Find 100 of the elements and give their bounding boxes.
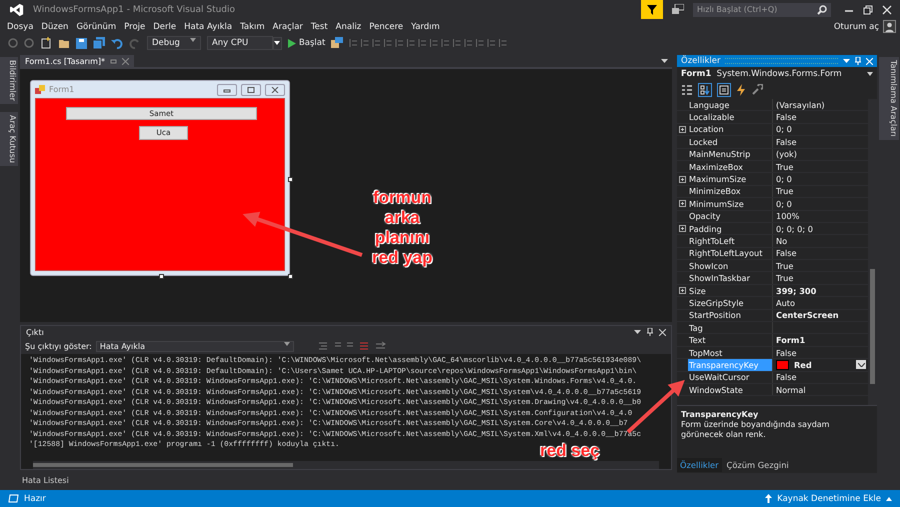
property-name[interactable]: ShowInTaskbar [688,272,773,284]
property-value[interactable]: 0; 0 [776,198,792,209]
menu-item[interactable]: Araçlar [272,22,310,32]
menu-item[interactable]: Takım [239,22,272,32]
maximize-button[interactable] [241,84,261,96]
undo-icon[interactable] [111,37,123,49]
property-name[interactable]: UseWaitCursor [688,372,773,383]
sign-in-link[interactable]: Oturum aç [834,22,879,32]
side-tab[interactable]: Bildirimler [0,57,18,104]
property-value[interactable]: (Varsayılan) [776,100,825,110]
property-name[interactable]: MaximumSize [688,173,773,185]
property-value[interactable]: CenterScreen [776,310,839,320]
expand-icon[interactable] [679,287,686,294]
pin-icon[interactable] [647,328,653,336]
vertical-scrollbar[interactable] [868,99,877,405]
property-name[interactable]: ShowIcon [688,260,773,272]
property-value[interactable]: (yok) [776,149,797,160]
categorized-icon[interactable] [681,84,693,96]
output-source-dropdown[interactable]: Hata Ayıkla [96,340,294,352]
forward-icon[interactable] [24,38,34,48]
dropdown-icon[interactable] [661,59,668,63]
property-value[interactable]: 399; 300 [776,286,816,296]
back-icon[interactable] [8,38,18,48]
property-value[interactable]: 0; 0 [776,124,792,134]
expand-icon[interactable] [679,200,686,208]
side-tab[interactable]: Araç Kutusu [0,112,18,166]
property-value[interactable]: Red [794,360,812,370]
menu-item[interactable]: Yardım [410,22,447,32]
user-icon[interactable] [883,20,896,33]
find-icon[interactable] [331,37,344,49]
property-name[interactable]: RightToLeftLayout [688,248,773,260]
menu-item[interactable]: Düzen [40,22,76,32]
alphabetical-button[interactable] [698,83,712,97]
property-name[interactable]: SizeGripStyle [688,297,773,309]
property-name[interactable]: Localizable [688,111,773,123]
property-name[interactable]: StartPosition [688,310,773,322]
resize-handle[interactable] [159,274,164,279]
property-name[interactable]: Location [688,124,773,136]
property-value[interactable]: False [776,348,797,358]
property-name[interactable]: MinimumSize [688,198,773,210]
dropdown-icon[interactable] [843,59,850,63]
property-name[interactable]: MainMenuStrip [688,148,773,160]
menu-item[interactable]: Analiz [334,22,368,32]
property-value[interactable]: Form1 [776,335,806,346]
expand-icon[interactable] [679,126,686,133]
restore-icon[interactable] [863,4,873,14]
close-icon[interactable] [659,328,666,336]
source-control-button[interactable]: Kaynak Denetimine Ekle [777,494,881,504]
property-value[interactable]: False [776,136,797,147]
document-tab[interactable]: Form1.cs [Tasarım]* [20,55,134,67]
wrench-icon[interactable] [751,84,763,96]
side-tab[interactable]: Tanımlama Araçları [879,57,899,140]
property-value[interactable]: False [776,248,797,258]
close-button[interactable] [265,84,285,96]
menu-item[interactable]: Dosya [6,22,40,32]
property-value[interactable]: Auto [776,298,796,308]
property-value[interactable]: 0; 0; 0; 0 [776,224,813,234]
property-value[interactable]: True [776,273,794,284]
property-name[interactable]: Language [688,99,773,110]
property-name[interactable]: RightToLeft [688,235,773,247]
properties-button[interactable] [717,83,731,97]
quick-launch-field[interactable]: Hızlı Başlat (Ctrl+Q) [693,2,831,16]
property-name[interactable]: Locked [688,136,773,148]
resize-handle[interactable] [288,177,293,182]
feedback-icon[interactable] [672,4,684,15]
horizontal-scrollbar[interactable] [33,461,659,470]
property-value[interactable]: True [776,260,794,271]
expand-icon[interactable] [679,225,686,232]
configuration-dropdown[interactable]: Debug [147,36,201,50]
panel-tab[interactable]: Özellikler [677,458,722,472]
property-name[interactable]: Tag [688,322,773,334]
menu-item[interactable]: Derle [152,22,184,32]
dropdown-button[interactable] [856,360,866,370]
new-project-icon[interactable] [40,37,52,49]
caret-icon[interactable] [886,496,892,500]
menu-item[interactable]: Hata Ayıkla [183,22,240,32]
property-name[interactable]: Padding [688,222,773,234]
property-name[interactable]: Size [688,284,773,296]
expand-icon[interactable] [679,176,686,183]
object-selector[interactable]: Form1 System.Windows.Forms.Form [677,67,877,81]
open-folder-icon[interactable] [58,37,70,49]
property-value[interactable]: True [776,162,794,172]
property-value[interactable]: Normal [776,384,806,395]
property-value[interactable]: False [776,372,797,382]
property-value[interactable]: No [776,236,788,246]
property-name[interactable]: MinimizeBox [688,186,773,198]
property-name[interactable]: Opacity [688,210,773,222]
lightning-icon[interactable] [736,84,746,96]
property-value[interactable]: 0; 0 [776,174,792,184]
bottom-tab[interactable]: Hata Listesi [20,476,71,485]
menu-item[interactable]: Test [310,22,335,32]
panel-tab[interactable]: Çözüm Gezgini [724,458,792,472]
up-arrow-icon[interactable] [765,494,772,503]
minimize-button[interactable] [217,84,237,96]
menu-item[interactable]: Proje [123,22,152,32]
property-name[interactable]: WindowState [688,384,773,396]
property-value[interactable]: False [776,112,797,122]
property-name[interactable]: TopMost [688,346,773,358]
property-name[interactable]: Text [688,334,773,346]
platform-dropdown[interactable]: Any CPU [206,36,273,50]
